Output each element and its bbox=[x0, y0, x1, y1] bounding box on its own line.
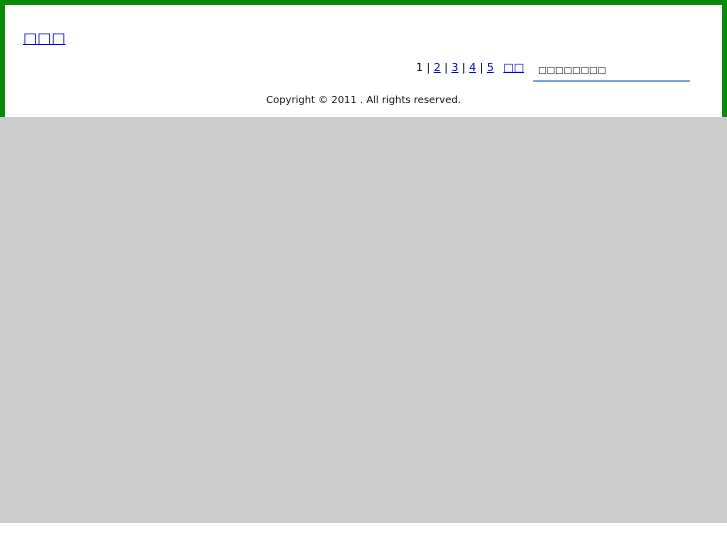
copyright-text: Copyright © 2011 . All rights reserved. bbox=[266, 95, 461, 106]
pagination: 1 | 2 | 3 | 4 | 5 □□ bbox=[416, 61, 524, 74]
content-area bbox=[0, 117, 727, 523]
pagination-current-page: 1 bbox=[416, 61, 423, 74]
pagination-page-2-link[interactable]: 2 bbox=[434, 61, 441, 74]
pagination-separator: | bbox=[426, 61, 434, 74]
pagination-page-3-link[interactable]: 3 bbox=[451, 61, 458, 74]
pagination-separator: | bbox=[479, 61, 487, 74]
pagination-page-5-link[interactable]: 5 bbox=[487, 61, 494, 74]
pagination-page-4-link[interactable]: 4 bbox=[469, 61, 476, 74]
pagination-next-link[interactable]: □□ bbox=[503, 61, 524, 74]
page: □□□ 1 | 2 | 3 | 4 | 5 □□ Copyright © 201… bbox=[0, 0, 727, 545]
site-title-link[interactable]: □□□ bbox=[23, 29, 66, 47]
search-input[interactable] bbox=[533, 62, 690, 82]
